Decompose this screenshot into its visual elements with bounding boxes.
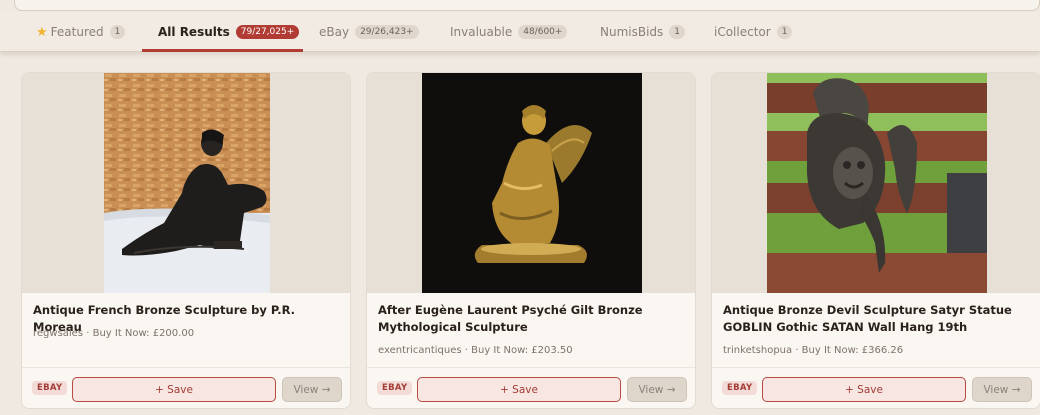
result-meta: trinketshopua · Buy It Now: £366.26 (723, 345, 904, 356)
product-image[interactable] (767, 73, 987, 293)
result-meta: regwsales · Buy It Now: £200.00 (33, 328, 195, 339)
result-card[interactable]: After Eugène Laurent Psyché Gilt Bronze … (366, 72, 696, 409)
result-title[interactable]: After Eugène Laurent Psyché Gilt Bronze … (378, 302, 688, 336)
result-card[interactable]: Antique French Bronze Sculpture by P.R. … (21, 72, 351, 409)
active-tab-indicator (142, 49, 303, 52)
tab-ebay[interactable]: eBay 29/26,423+ (319, 12, 419, 52)
search-panel-edge (14, 0, 1040, 11)
source-tabs: ★ Featured 1 All Results 79/27,025+ eBay… (0, 12, 1040, 52)
tab-all-results[interactable]: All Results 79/27,025+ (158, 12, 300, 52)
tab-count-badge: 48/600+ (518, 25, 568, 39)
tab-label: All Results (158, 25, 230, 39)
tab-count-badge: 79/27,025+ (235, 25, 300, 39)
tab-label: Featured (50, 25, 104, 39)
save-button[interactable]: + Save (417, 377, 621, 402)
tab-label: NumisBids (600, 25, 664, 39)
tab-label: iCollector (714, 25, 771, 39)
view-button[interactable]: View → (972, 377, 1032, 402)
tab-label: Invaluable (450, 25, 513, 39)
result-title[interactable]: Antique Bronze Devil Sculpture Satyr Sta… (723, 302, 1033, 336)
card-divider (367, 367, 695, 368)
source-badge: EBAY (32, 381, 68, 395)
save-button[interactable]: + Save (762, 377, 966, 402)
tab-icollector[interactable]: iCollector 1 (714, 12, 793, 52)
product-image[interactable] (422, 73, 642, 293)
result-card[interactable]: Antique Bronze Devil Sculpture Satyr Sta… (711, 72, 1040, 409)
star-icon: ★ (36, 24, 48, 40)
tab-label: eBay (319, 25, 350, 39)
tab-count-badge: 1 (776, 25, 793, 39)
product-image[interactable] (104, 73, 270, 293)
tab-count-badge: 1 (109, 25, 126, 39)
tab-featured[interactable]: ★ Featured 1 (36, 12, 126, 52)
tab-count-badge: 1 (669, 25, 686, 39)
tab-numisbids[interactable]: NumisBids 1 (600, 12, 686, 52)
tab-count-badge: 29/26,423+ (355, 25, 419, 39)
source-badge: EBAY (722, 381, 758, 395)
view-button[interactable]: View → (282, 377, 342, 402)
save-button[interactable]: + Save (72, 377, 276, 402)
source-badge: EBAY (377, 381, 413, 395)
card-divider (712, 367, 1040, 368)
tab-invaluable[interactable]: Invaluable 48/600+ (450, 12, 568, 52)
card-divider (22, 367, 350, 368)
view-button[interactable]: View → (627, 377, 687, 402)
result-meta: exentricantiques · Buy It Now: £203.50 (378, 345, 573, 356)
